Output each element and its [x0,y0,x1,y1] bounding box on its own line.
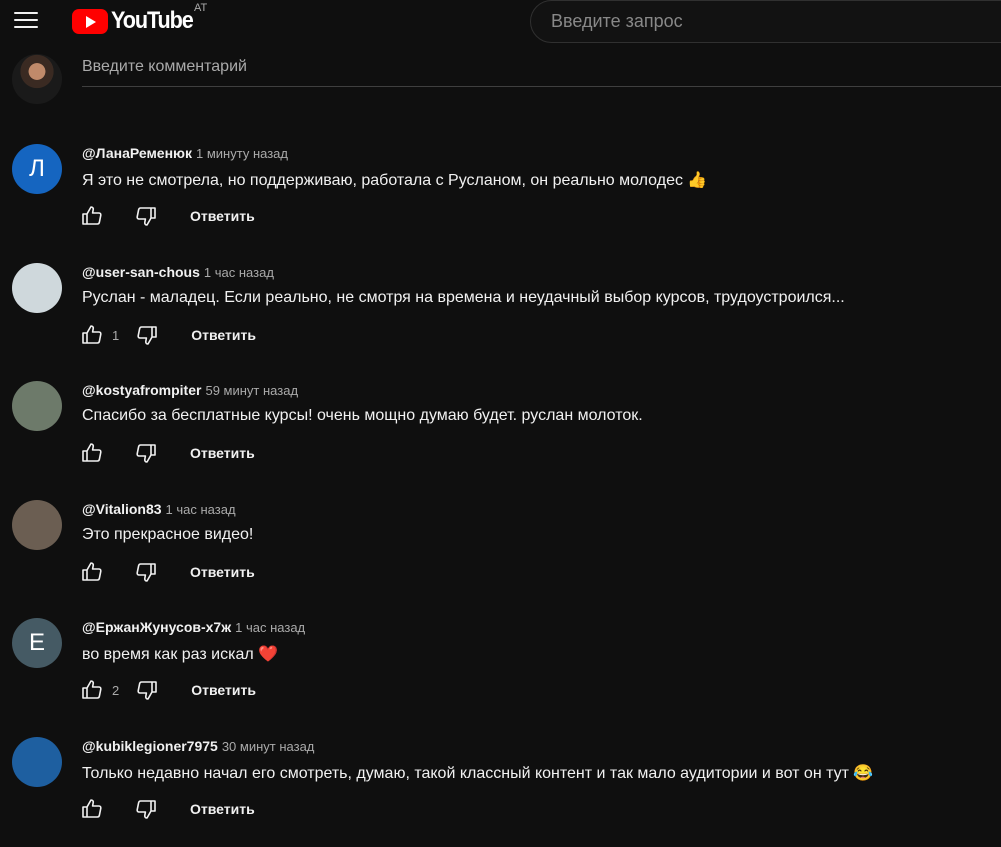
comment-item: Л @ЛанаРеменюк 1 минуту назад Я это не смот… [0,144,1001,254]
comment-text: во время как раз искал [82,646,254,663]
comment-avatar[interactable] [12,737,62,787]
reply-button[interactable]: Ответить [190,208,255,224]
reply-button[interactable]: Ответить [190,564,255,580]
comment-emoji: ❤️ [258,646,279,663]
country-code: AT [194,2,208,14]
search-input[interactable]: Введите запрос [530,0,1001,43]
comment-emoji: 👍 [687,172,708,189]
avatar-letter: Л [29,155,45,182]
like-count: 2 [112,682,120,698]
menu-icon[interactable] [14,10,38,30]
user-avatar [12,54,62,104]
logo-text: YouTube [111,7,194,34]
like-icon[interactable] [80,204,104,228]
like-count: 1 [112,327,120,343]
dislike-icon[interactable] [134,441,158,465]
top-bar: YouTube AT Введите запрос [0,0,1001,44]
like-icon[interactable] [80,323,104,347]
comment-item: @Vitalion83 1 час назад Это прекрасное вид… [0,500,1001,610]
dislike-icon[interactable] [134,204,158,228]
comment-item: @kubiklegioner7975 30 минут назад Только н… [0,737,1001,847]
comment-text: Только недавно начал его смотреть, думаю… [82,765,849,782]
comment-author[interactable]: @user-san-chous [82,264,200,280]
comment-placeholder: Введите комментарий [82,58,247,75]
comment-emoji: 😂 [853,765,874,782]
avatar-letter: E [28,629,45,656]
reply-button[interactable]: Ответить [190,801,255,817]
comment-text: Спасибо за бесплатные курсы! очень мощно… [82,407,643,424]
comment-text: Руслан - маладец. Если реально, не смотр… [82,289,845,306]
comment-avatar[interactable]: E [12,618,62,668]
comment-time[interactable]: 30 минут назад [222,739,315,754]
search-placeholder: Введите запрос [551,11,683,31]
youtube-play-icon [72,8,108,34]
dislike-icon[interactable] [135,323,159,347]
comment-avatar[interactable] [12,381,62,431]
comment-author[interactable]: @Vitalion83 [82,501,162,517]
comment-author[interactable]: @ЛанаРеменюк [82,145,192,161]
add-comment-section: Введите комментарий [0,54,1001,114]
comment-time[interactable]: 1 час назад [235,620,305,635]
comment-author[interactable]: @kostyafrompiter [82,382,201,398]
comment-author[interactable]: @kubiklegioner7975 [82,738,218,754]
dislike-icon[interactable] [134,797,158,821]
dislike-icon[interactable] [135,678,159,702]
comment-item: @user-san-chous 1 час назад Руслан - малад… [0,263,1001,373]
comment-avatar[interactable]: Л [12,144,62,194]
comment-text: Это прекрасное видео! [82,526,254,543]
comment-avatar[interactable] [12,500,62,550]
comment-time[interactable]: 1 минуту назад [196,146,288,161]
comment-text: Я это не смотрела, но поддерживаю, работ… [82,172,683,189]
reply-button[interactable]: Ответить [190,445,255,461]
reply-button[interactable]: Ответить [191,682,256,698]
like-icon[interactable] [80,678,104,702]
youtube-logo[interactable]: YouTube AT [72,2,207,34]
comment-input[interactable]: Введите комментарий [82,58,1001,87]
comment-author[interactable]: @ЕржанЖунусов-х7ж [82,619,231,635]
comment-avatar[interactable] [12,263,62,313]
comment-item: @kostyafrompiter 59 минут назад Спасибо за… [0,381,1001,491]
comment-time[interactable]: 59 минут назад [205,383,298,398]
comment-item: E @ЕржанЖунусов-х7ж 1 час назад во время ка… [0,618,1001,728]
like-icon[interactable] [80,797,104,821]
like-icon[interactable] [80,560,104,584]
like-icon[interactable] [80,441,104,465]
dislike-icon[interactable] [134,560,158,584]
comment-time[interactable]: 1 час назад [204,265,274,280]
comment-time[interactable]: 1 час назад [166,502,236,517]
reply-button[interactable]: Ответить [191,327,256,343]
